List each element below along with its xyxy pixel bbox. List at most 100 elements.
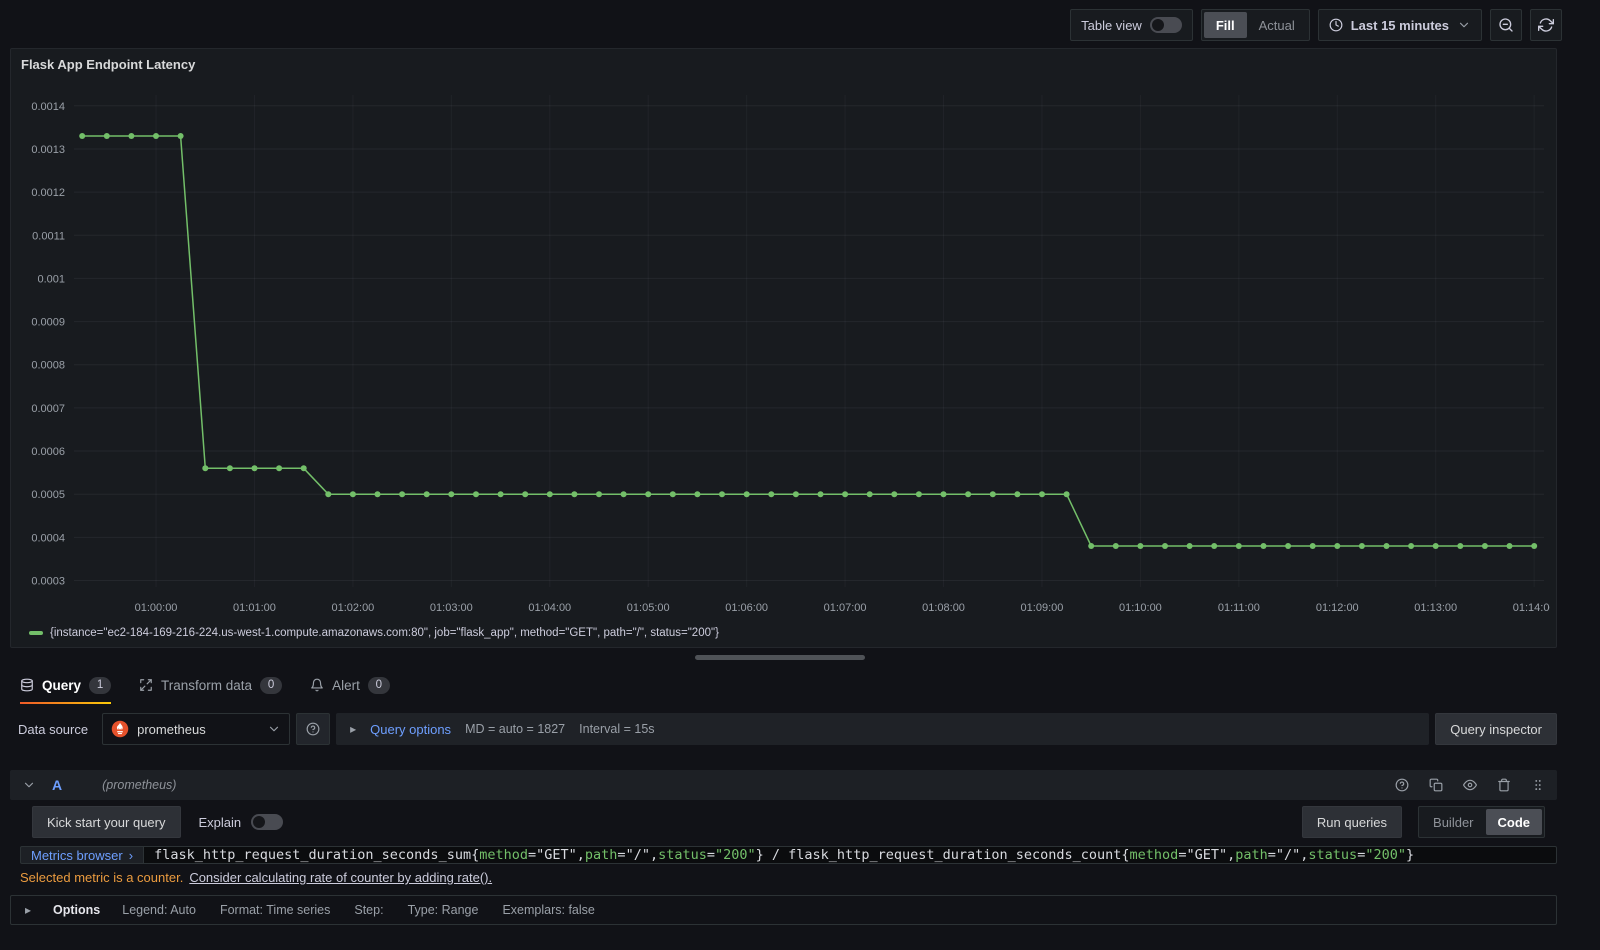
option-summary-item: Type: Range (407, 903, 479, 917)
option-summary-item: Format: Time series (219, 903, 331, 917)
query-options-link[interactable]: Query options (370, 722, 451, 737)
query-row-actions (1395, 778, 1545, 792)
svg-text:0.001: 0.001 (37, 273, 65, 285)
panel-editor-bottom: Query 1 Transform data 0 Alert 0 Data so… (10, 668, 1557, 925)
svg-text:01:04:00: 01:04:00 (528, 602, 571, 614)
query-options-collapsed-row[interactable]: ▸ Options Legend: Auto Format: Time serie… (10, 895, 1557, 925)
promql-token: } (1405, 847, 1415, 863)
panel-toolbar: Table view Fill Actual Last 15 minutes (1070, 9, 1562, 41)
code-button[interactable]: Code (1485, 809, 1542, 835)
tab-transform-data[interactable]: Transform data 0 (139, 668, 283, 702)
actual-button[interactable]: Actual (1247, 12, 1307, 38)
editor-tabs: Query 1 Transform data 0 Alert 0 (10, 668, 1557, 704)
promql-token: , (649, 847, 659, 863)
legend-swatch (29, 631, 43, 635)
duplicate-query-icon[interactable] (1429, 778, 1443, 792)
promql-token: "200" (1365, 847, 1406, 863)
promql-token: = (706, 847, 716, 863)
prometheus-logo-icon (111, 720, 129, 738)
kick-start-query-button[interactable]: Kick start your query (32, 806, 181, 838)
svg-text:01:09:00: 01:09:00 (1021, 602, 1064, 614)
chart-legend[interactable]: {instance="ec2-184-169-216-224.us-west-1… (29, 627, 719, 639)
tab-query-label: Query (42, 677, 82, 693)
datasource-picker[interactable]: prometheus (102, 713, 291, 745)
chevron-right-icon: ▸ (350, 722, 357, 736)
svg-text:0.0003: 0.0003 (31, 576, 65, 588)
promql-token: path (1235, 847, 1268, 863)
metrics-browser-button[interactable]: Metrics browser › (20, 846, 144, 864)
explain-toggle[interactable]: Explain (199, 814, 284, 830)
hide-response-eye-icon[interactable] (1463, 778, 1477, 792)
svg-text:0.0013: 0.0013 (31, 144, 65, 156)
svg-text:0.0014: 0.0014 (31, 101, 65, 113)
run-queries-button[interactable]: Run queries (1301, 806, 1403, 838)
query-help-icon[interactable] (1395, 778, 1409, 792)
query-row-header[interactable]: A (prometheus) (10, 770, 1557, 800)
svg-text:01:14:00: 01:14:00 (1513, 602, 1550, 614)
options-label[interactable]: Options (53, 903, 100, 917)
promql-token: "/" (625, 847, 650, 863)
option-summary-item: Exemplars: false (502, 903, 595, 917)
remove-query-trash-icon[interactable] (1497, 778, 1511, 792)
builder-code-group: Builder Code (1418, 806, 1545, 838)
svg-text:0.0012: 0.0012 (31, 187, 65, 199)
datasource-help-button[interactable] (296, 713, 331, 745)
promql-token: = (1178, 847, 1187, 863)
query-editor-toolbar: Kick start your query Explain Run querie… (10, 806, 1557, 838)
clock-icon (1329, 18, 1343, 32)
explain-switch[interactable] (251, 814, 284, 830)
table-view-label: Table view (1081, 17, 1142, 33)
promql-token: , (1227, 847, 1236, 863)
options-summary: Legend: Auto Format: Time series Step: Type… (122, 903, 595, 917)
fill-button[interactable]: Fill (1203, 12, 1247, 38)
add-rate-hint-link[interactable]: Consider calculating rate of counter by … (189, 870, 492, 885)
svg-text:01:00:00: 01:00:00 (135, 602, 178, 614)
chevron-down-icon[interactable] (22, 778, 36, 792)
svg-text:01:05:00: 01:05:00 (627, 602, 670, 614)
svg-text:01:13:00: 01:13:00 (1414, 602, 1457, 614)
chevron-down-icon (1459, 22, 1469, 28)
builder-button[interactable]: Builder (1421, 809, 1485, 835)
database-icon (21, 678, 33, 692)
timeseries-chart[interactable]: 0.0014 0.0013 0.0012 0.0011 0.001 0.0009 0.000… (19, 87, 1550, 632)
svg-text:01:03:00: 01:03:00 (430, 602, 473, 614)
option-summary-item: Step: (354, 903, 384, 917)
tab-query[interactable]: Query 1 (20, 668, 112, 704)
table-view-switch[interactable] (1149, 17, 1182, 33)
transform-count-badge: 0 (260, 676, 283, 694)
horizontal-scrollbar[interactable] (695, 655, 865, 660)
svg-text:01:07:00: 01:07:00 (824, 602, 867, 614)
query-ref-id[interactable]: A (52, 777, 62, 793)
promql-token: method (1129, 847, 1179, 863)
datasource-value: prometheus (137, 721, 206, 737)
chevron-right-icon: ▸ (25, 903, 32, 917)
time-range-picker[interactable]: Last 15 minutes (1317, 9, 1482, 41)
svg-text:0.0004: 0.0004 (31, 532, 65, 544)
query-datasource-hint: (prometheus) (102, 778, 177, 792)
drag-handle-icon[interactable] (1531, 778, 1545, 792)
zoom-out-icon (1499, 18, 1513, 32)
query-options-bar[interactable]: ▸ Query options MD = auto = 1827 Interva… (336, 713, 1430, 745)
svg-text:0.0011: 0.0011 (32, 230, 65, 242)
promql-token: "GET" (536, 847, 577, 863)
query-inspector-button[interactable]: Query inspector (1435, 713, 1557, 745)
help-circle-icon (306, 722, 320, 736)
promql-query-input[interactable]: flask_http_request_duration_seconds_sum{… (143, 846, 1557, 864)
zoom-out-button[interactable] (1490, 9, 1522, 41)
promql-token: = (1267, 847, 1276, 863)
promql-token: = (617, 847, 626, 863)
option-summary-item: Legend: Auto (122, 903, 196, 917)
datasource-label: Data source (18, 721, 89, 737)
svg-text:0.0008: 0.0008 (31, 360, 65, 372)
chevron-right-icon: › (128, 847, 134, 863)
panel-title: Flask App Endpoint Latency (21, 57, 196, 72)
refresh-button[interactable] (1530, 9, 1562, 41)
promql-token: , (576, 847, 585, 863)
promql-token: status (658, 847, 707, 863)
alert-count-badge: 0 (367, 676, 390, 694)
promql-token: , (1300, 847, 1309, 863)
promql-token: flask_http_request_duration_seconds_sum{ (154, 847, 480, 863)
tab-alert[interactable]: Alert 0 (310, 668, 390, 702)
table-view-toggle[interactable]: Table view (1070, 9, 1193, 41)
svg-text:01:08:00: 01:08:00 (922, 602, 965, 614)
